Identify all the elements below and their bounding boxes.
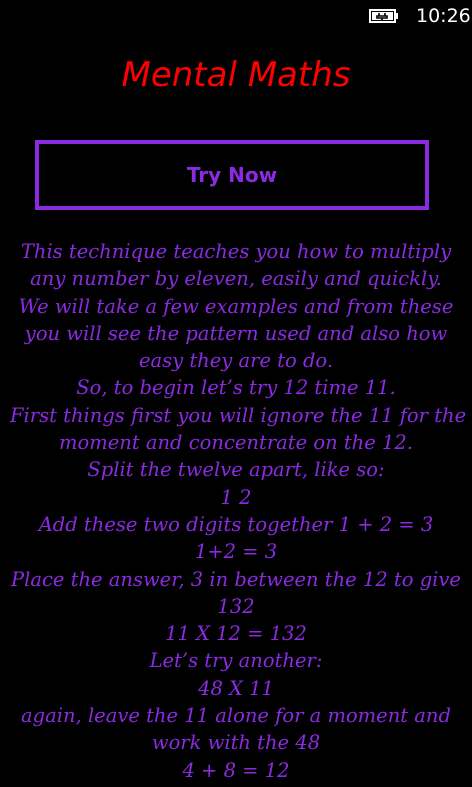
status-bar: 10:26 [0, 0, 472, 32]
description-line: 1 2 [220, 485, 252, 509]
description-line: 132 [217, 594, 255, 618]
try-now-button[interactable]: Try Now [35, 140, 429, 210]
description-line: We will take a few examples and from the… [18, 294, 454, 318]
description-line: again, leave the 11 alone for a moment a… [21, 704, 451, 728]
technique-description: This technique teaches you how to multip… [10, 238, 467, 784]
description-line: So, to begin let’s try 12 time 11. [76, 376, 396, 400]
description-line: First things first you will ignore the 1… [10, 403, 467, 427]
description-line: Add these two digits together 1 + 2 = 3 [38, 512, 434, 536]
description-line: easy they are to do. [138, 349, 334, 373]
description-line: you will see the pattern used and also h… [24, 321, 448, 345]
description-line: Split the twelve apart, like so: [87, 458, 385, 482]
description-line: This technique teaches you how to multip… [20, 240, 452, 263]
description-line: moment and concentrate on the 12. [59, 431, 413, 455]
description-line: Let’s try another: [149, 649, 323, 673]
description-line: Place the answer, 3 in between the 12 to… [11, 567, 461, 591]
status-clock: 10:26 [416, 5, 471, 27]
description-line: 4 + 8 = 12 [182, 758, 290, 782]
description-line: 48 X 11 [198, 676, 274, 700]
description-line: 11 X 12 = 132 [165, 622, 307, 646]
description-line: work with the 48 [151, 731, 321, 755]
battery-charging-icon [369, 8, 400, 24]
description-line: any number by eleven, easily and quickly… [30, 267, 442, 291]
description-line: 1+2 = 3 [194, 540, 278, 564]
page-title: Mental Maths [121, 55, 351, 95]
